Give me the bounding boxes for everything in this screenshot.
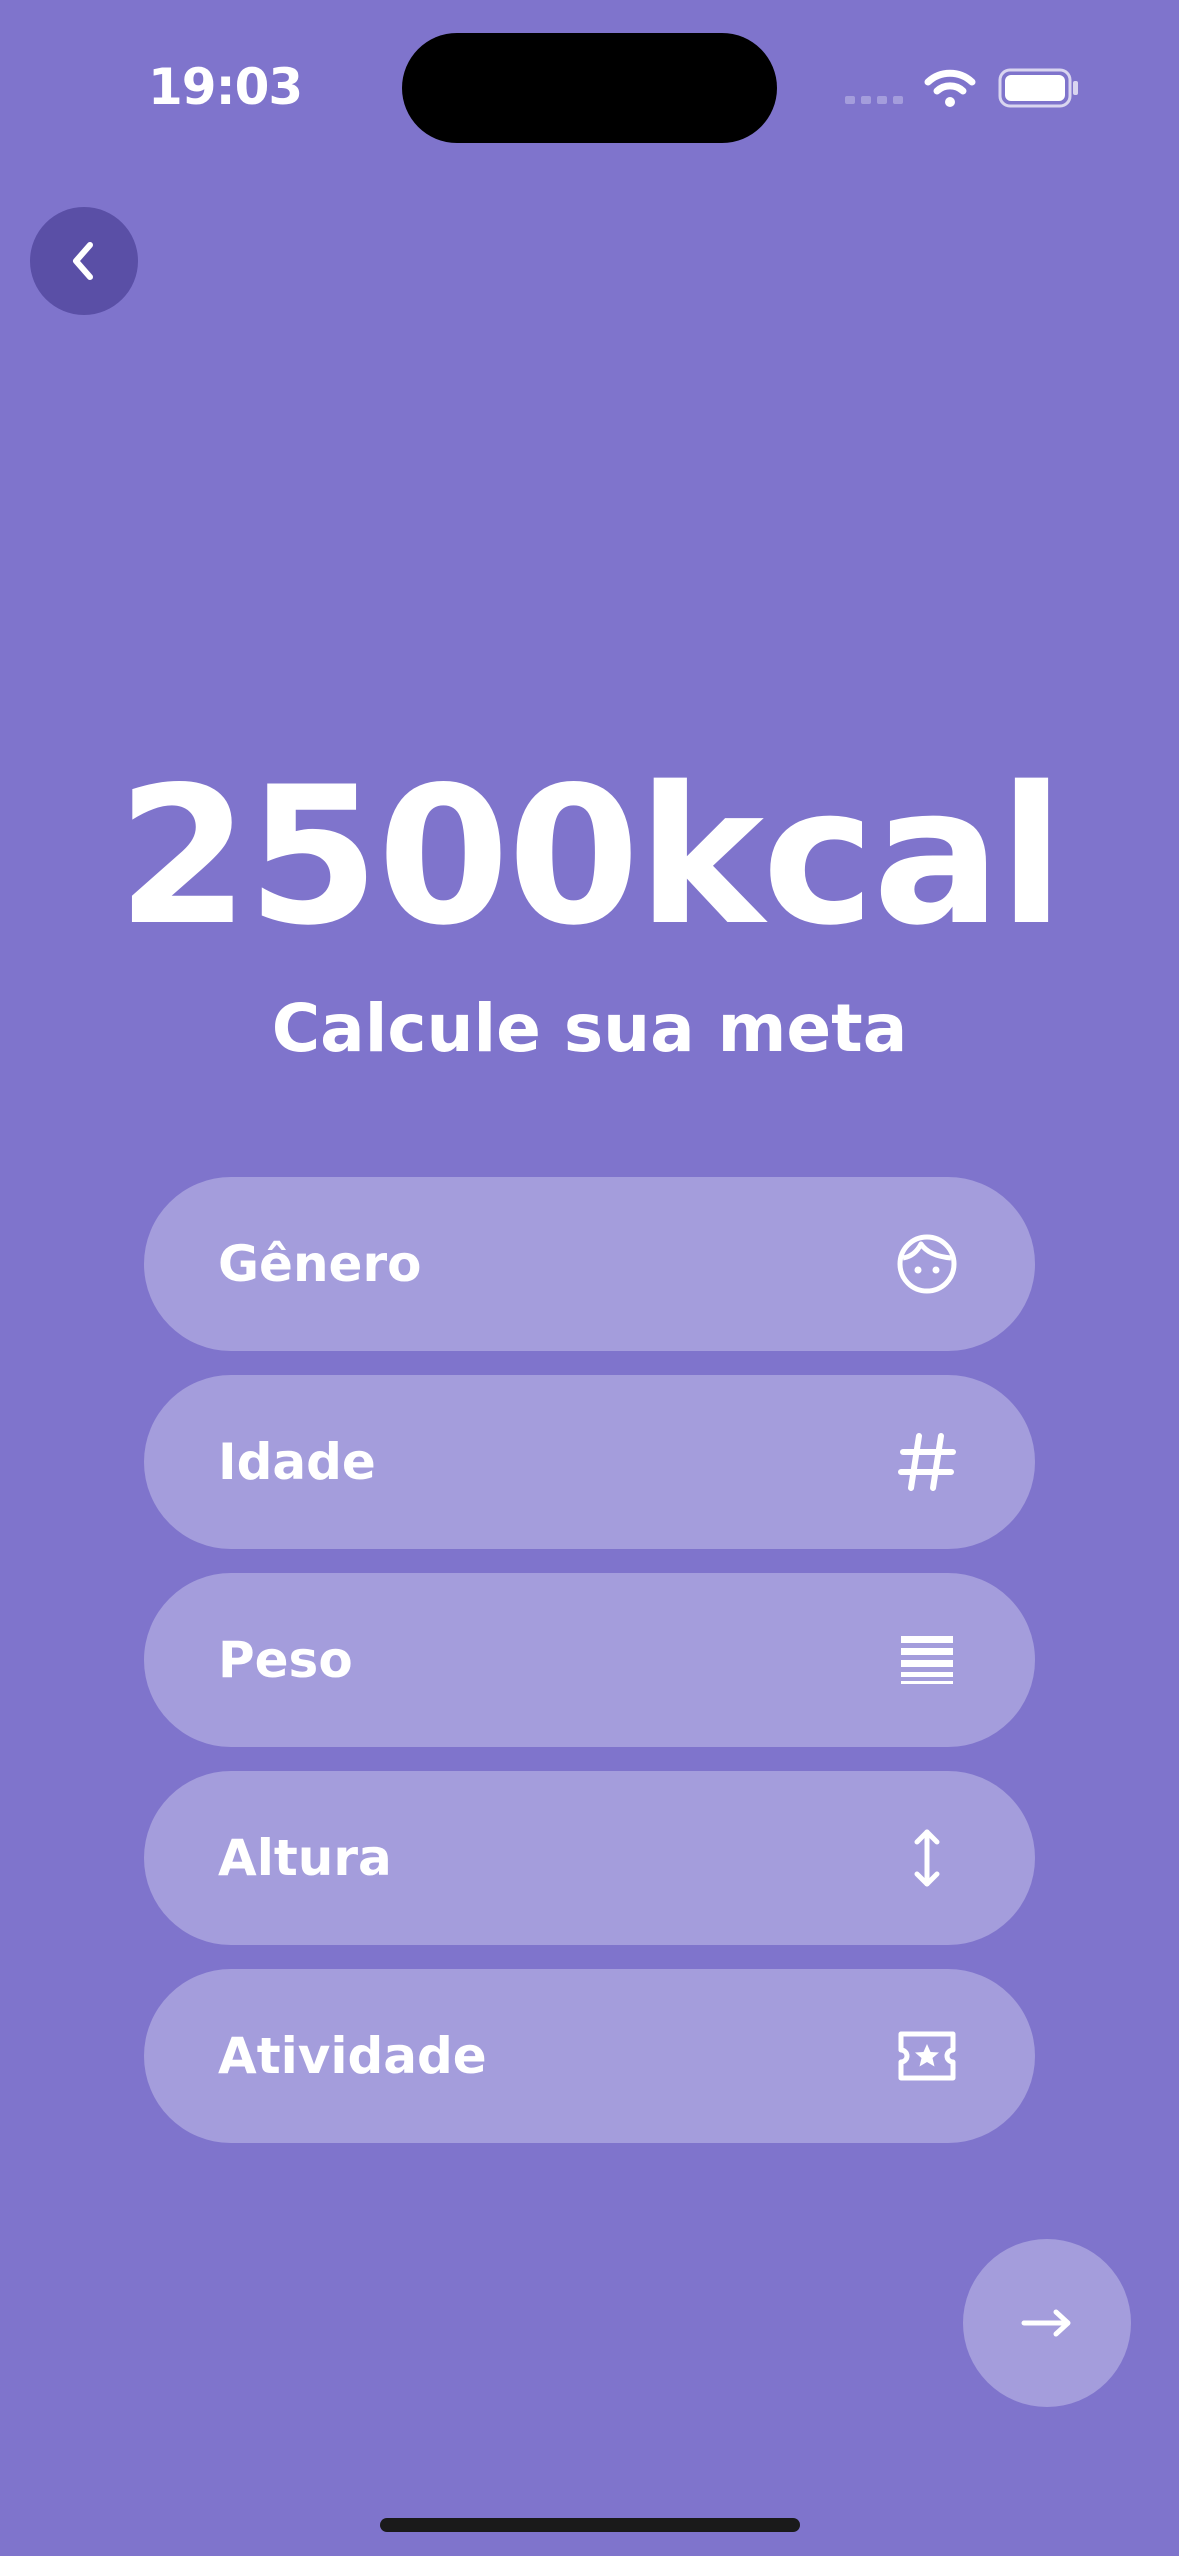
height-field-label: Altura [218,1829,392,1887]
cellular-signal-icon [845,96,903,104]
weight-lines-icon [895,1628,959,1692]
weight-field[interactable]: Peso [144,1573,1035,1747]
star-ticket-icon [895,2024,959,2088]
age-field[interactable]: Idade [144,1375,1035,1549]
height-field[interactable]: Altura [144,1771,1035,1945]
gender-field[interactable]: Gênero [144,1177,1035,1351]
home-indicator [380,2518,800,2532]
vertical-arrows-icon [895,1826,959,1890]
battery-icon [998,68,1078,108]
activity-field[interactable]: Atividade [144,1969,1035,2143]
activity-field-label: Atividade [218,2027,487,2085]
kcal-goal-value: 2500kcal [116,746,1064,967]
dynamic-island [402,33,777,143]
face-icon [895,1232,959,1296]
age-field-label: Idade [218,1433,376,1491]
arrow-right-icon [1021,2309,1071,2337]
next-button[interactable] [963,2239,1131,2407]
wifi-icon [924,69,976,107]
page-subtitle: Calcule sua meta [271,990,908,1067]
weight-field-label: Peso [218,1631,353,1689]
back-button[interactable] [30,207,138,315]
gender-field-label: Gênero [218,1235,422,1293]
hash-icon [895,1430,959,1494]
chevron-left-icon [73,242,93,280]
status-time: 19:03 [148,58,303,116]
